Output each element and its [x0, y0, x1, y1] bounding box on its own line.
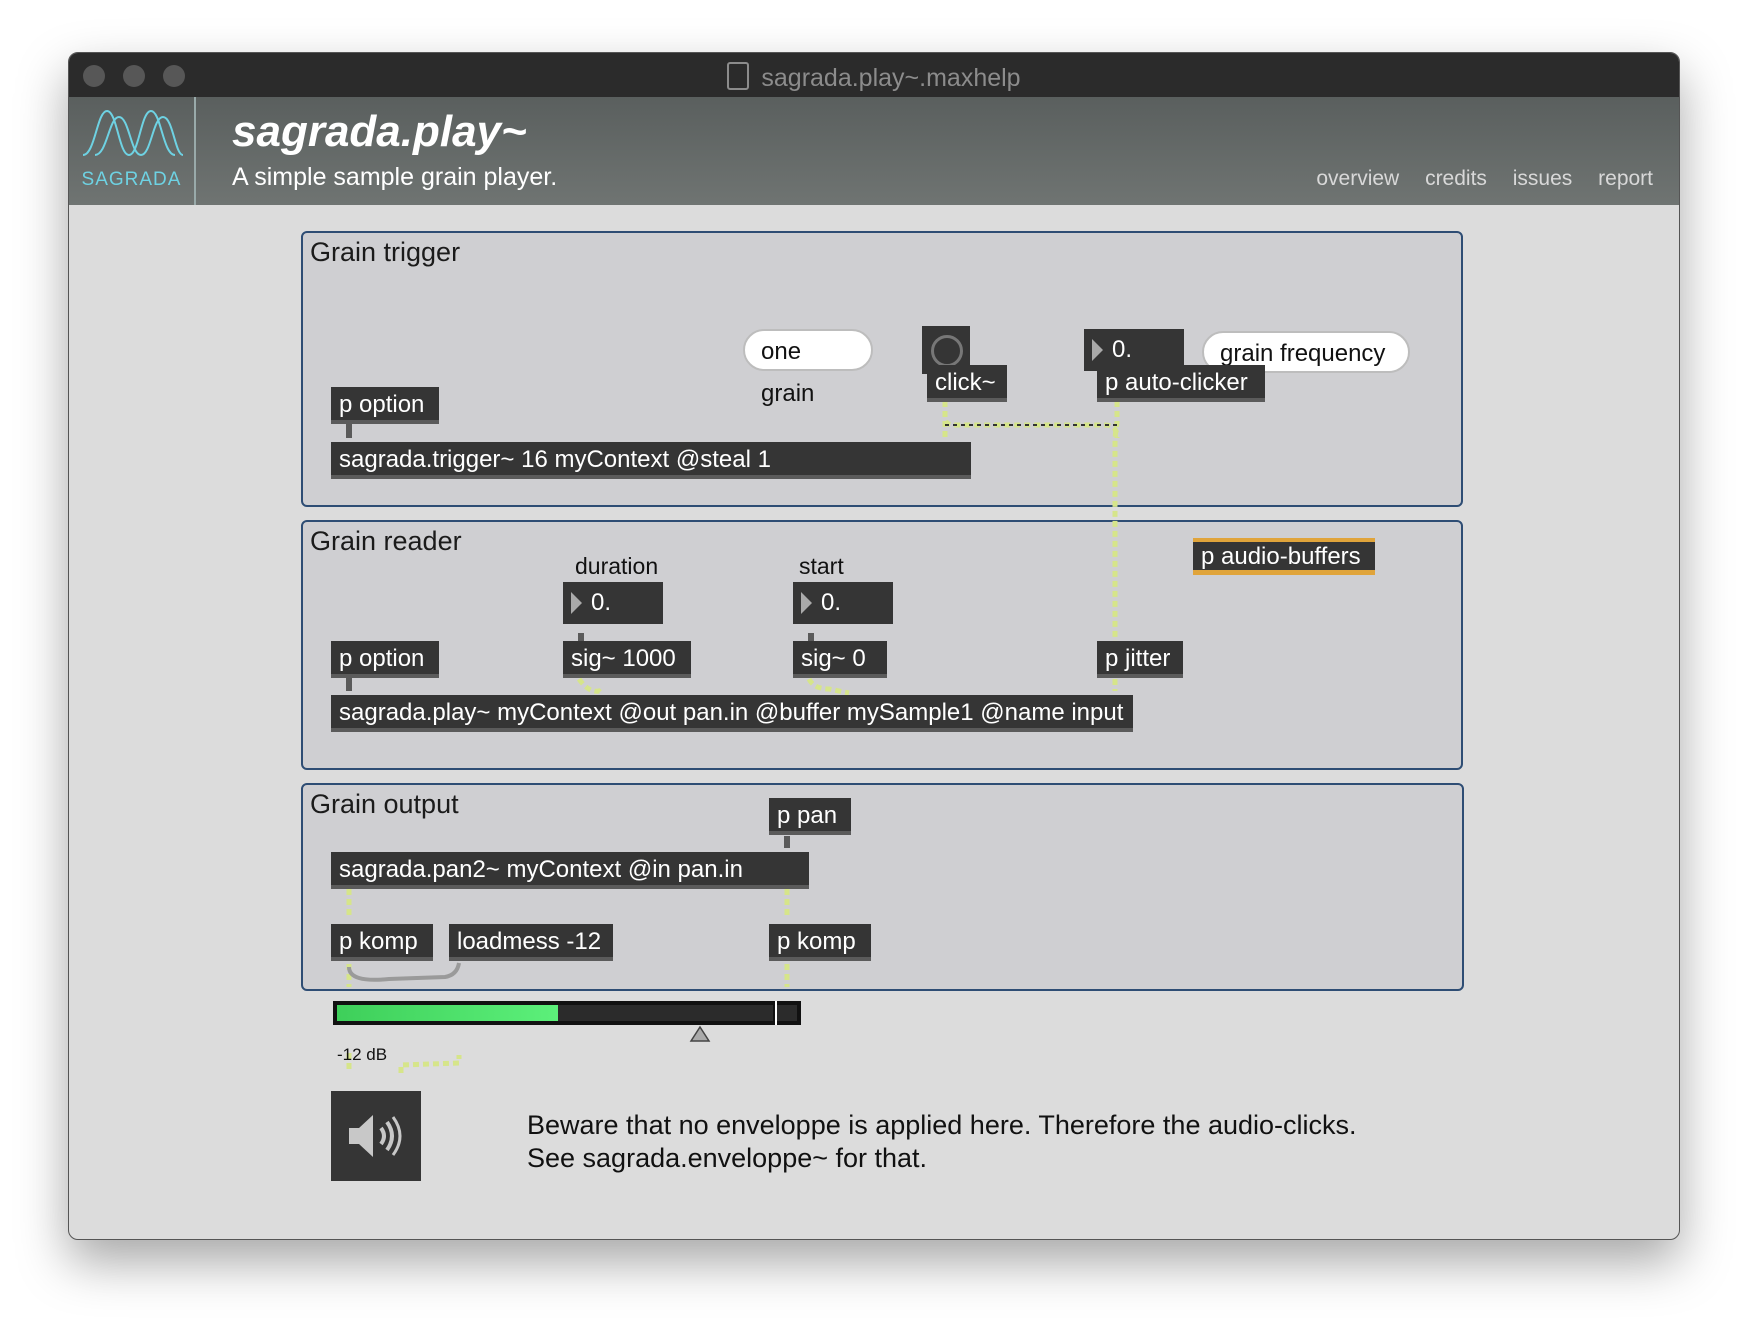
number-triangle-icon	[801, 592, 812, 614]
start-label: start	[799, 553, 844, 579]
number-triangle-icon	[1092, 339, 1103, 361]
option-object-trigger[interactable]: p option	[331, 387, 439, 424]
bang-circle-icon	[931, 335, 963, 367]
option-object-reader[interactable]: p option	[331, 641, 439, 678]
komp-right-object[interactable]: p komp	[769, 924, 871, 961]
gain-track-end	[777, 1005, 797, 1021]
gain-level-fill	[337, 1005, 558, 1021]
audio-buffers-object[interactable]: p audio-buffers	[1193, 538, 1375, 575]
number-triangle-icon	[571, 592, 582, 614]
sig-duration-object[interactable]: sig~ 1000	[563, 641, 691, 678]
duration-label: duration	[575, 553, 659, 579]
jitter-object[interactable]: p jitter	[1097, 641, 1183, 678]
note-line-1: Beware that no enveloppe is applied here…	[527, 1110, 1357, 1140]
gain-track	[558, 1005, 773, 1021]
auto-clicker-object[interactable]: p auto-clicker	[1097, 365, 1265, 402]
gain-marker-icon	[689, 1025, 711, 1042]
patcher-window: sagrada.play~.maxhelp SAGRADA sagrada.pl…	[68, 52, 1680, 1240]
one-grain-comment: one grain	[743, 329, 873, 407]
start-number[interactable]: 0.	[793, 582, 893, 624]
duration-number[interactable]: 0.	[563, 582, 663, 624]
gain-db-label: -12 dB	[337, 1045, 388, 1064]
komp-left-object[interactable]: p komp	[331, 924, 433, 961]
note-line-2: See sagrada.enveloppe~ for that.	[527, 1143, 928, 1173]
gain-slider[interactable]	[333, 1001, 801, 1025]
speaker-dac-button[interactable]	[331, 1091, 421, 1181]
click-object[interactable]: click~	[927, 365, 1007, 402]
sagrada-trigger-object[interactable]: sagrada.trigger~ 16 myContext @steal 1	[331, 442, 971, 479]
pan-object[interactable]: p pan	[769, 798, 851, 835]
envelope-warning-note: Beware that no enveloppe is applied here…	[527, 1109, 1357, 1175]
sagrada-pan2-object[interactable]: sagrada.pan2~ myContext @in pan.in	[331, 852, 809, 889]
loadmess-object[interactable]: loadmess -12	[449, 924, 613, 961]
speaker-icon	[349, 1115, 402, 1157]
sagrada-play-object[interactable]: sagrada.play~ myContext @out pan.in @buf…	[331, 695, 1133, 732]
sig-start-object[interactable]: sig~ 0	[793, 641, 887, 678]
